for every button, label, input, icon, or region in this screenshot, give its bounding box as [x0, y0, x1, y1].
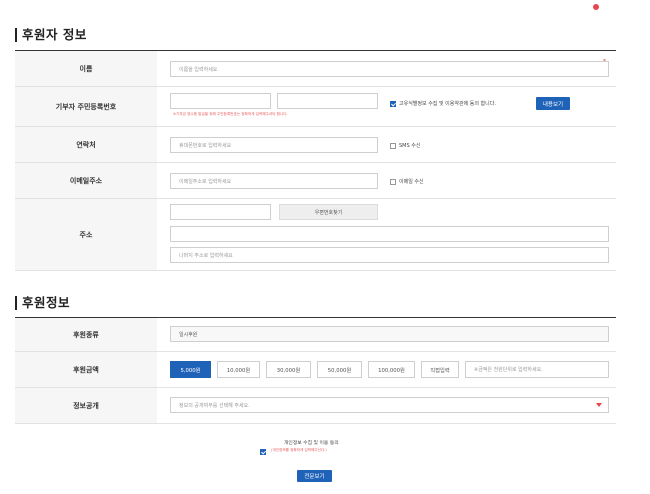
donation-amount-row: 후원금액 5,000원 10,000원 30,000원 50,000원 100,…: [15, 352, 616, 388]
phone-label: 연락처: [15, 127, 157, 162]
address-input[interactable]: [170, 226, 609, 242]
sms-check[interactable]: SMS 수신: [390, 142, 420, 149]
email-receive-label: 이메일 수신: [399, 179, 424, 185]
amount-option-5000[interactable]: 5,000원: [170, 361, 211, 378]
disclosure-select[interactable]: 정보의 공개여부를 선택해 주세요.: [170, 397, 609, 413]
email-check[interactable]: 이메일 수신: [390, 178, 424, 185]
privacy-checkbox-icon[interactable]: [260, 449, 266, 455]
address-label: 주소: [15, 199, 157, 270]
consent-check[interactable]: 고유식별정보 수집 및 이용약관에 동의 합니다.: [390, 100, 496, 107]
address-row: 주소 우편번호찾기 나머지 주소로 입력하세요: [15, 199, 616, 271]
address-detail-input[interactable]: 나머지 주소로 입력하세요: [170, 247, 609, 263]
donation-type-row: 후원종류 일시후원: [15, 318, 616, 352]
donation-type-field[interactable]: 일시후원: [170, 326, 609, 342]
consent-checkbox-icon[interactable]: [390, 100, 396, 107]
amount-option-100000[interactable]: 100,000원: [368, 361, 415, 378]
donation-type-label: 후원종류: [15, 318, 157, 351]
donation-amount-label: 후원금액: [15, 352, 157, 387]
sms-label: SMS 수신: [399, 143, 421, 149]
amount-option-10000[interactable]: 10,000원: [217, 361, 260, 378]
resident-id-back-input[interactable]: [277, 93, 378, 109]
phone-row: 연락처 휴대폰번호로 입력하세요 SMS 수신: [15, 127, 616, 163]
donation-section-title: 후원정보: [15, 296, 70, 310]
name-row: 이름 이름을 입력하세요 *: [15, 51, 616, 87]
email-input[interactable]: 이메일주소로 입력하세요: [170, 173, 378, 189]
name-label: 이름: [15, 51, 157, 86]
resident-id-label: 기부자 주민등록번호: [15, 87, 157, 126]
dropdown-arrow-icon: [596, 403, 602, 407]
email-row: 이메일주소 이메일주소로 입력하세요 이메일 수신: [15, 163, 616, 199]
view-terms-button[interactable]: 내용보기: [536, 97, 570, 110]
resident-id-note: ※기부금 영수증 발급을 위해 주민등록번호는 정확하게 입력해주셔야 합니다.: [173, 112, 288, 116]
name-input[interactable]: 이름을 입력하세요: [170, 61, 609, 77]
consent-label: 고유식별정보 수집 및 이용약관에 동의 합니다.: [399, 101, 496, 107]
disclosure-row: 정보공개 정보의 공개여부를 선택해 주세요.: [15, 388, 616, 424]
privacy-agreement-sub: (개인정보를 정확하게 입력해주신다.): [271, 448, 327, 452]
zip-code-input[interactable]: [170, 204, 271, 220]
resident-id-row: 기부자 주민등록번호 ※기부금 영수증 발급을 위해 주민등록번호는 정확하게 …: [15, 87, 616, 127]
sms-checkbox-icon[interactable]: [390, 142, 396, 149]
disclosure-placeholder: 정보의 공개여부를 선택해 주세요.: [179, 402, 250, 409]
required-mark: *: [603, 58, 606, 65]
view-full-terms-button[interactable]: 전문보기: [297, 470, 332, 482]
email-label: 이메일주소: [15, 163, 157, 198]
privacy-agreement-label: 개인정보 수집 및 이용 동의: [284, 441, 339, 446]
privacy-agreement-text: 개인정보 수집 및 이용 동의 (개인정보를 정확하게 입력해주신다.): [271, 440, 339, 454]
donor-section-title: 후원자 정보: [15, 28, 87, 42]
amount-option-custom[interactable]: 직접입력: [421, 361, 459, 378]
phone-input[interactable]: 휴대폰번호로 입력하세요: [170, 137, 378, 153]
custom-amount-input[interactable]: ※금액은 천원단위로 입력하세요.: [465, 361, 609, 378]
privacy-agreement[interactable]: 개인정보 수집 및 이용 동의 (개인정보를 정확하게 입력해주신다.): [260, 440, 339, 455]
resident-id-front-input[interactable]: [170, 93, 271, 109]
notification-dot: [593, 4, 599, 10]
email-checkbox-icon[interactable]: [390, 178, 396, 185]
amount-option-50000[interactable]: 50,000원: [317, 361, 362, 378]
disclosure-label: 정보공개: [15, 388, 157, 423]
zip-search-button[interactable]: 우편번호찾기: [279, 204, 378, 220]
amount-option-30000[interactable]: 30,000원: [266, 361, 311, 378]
